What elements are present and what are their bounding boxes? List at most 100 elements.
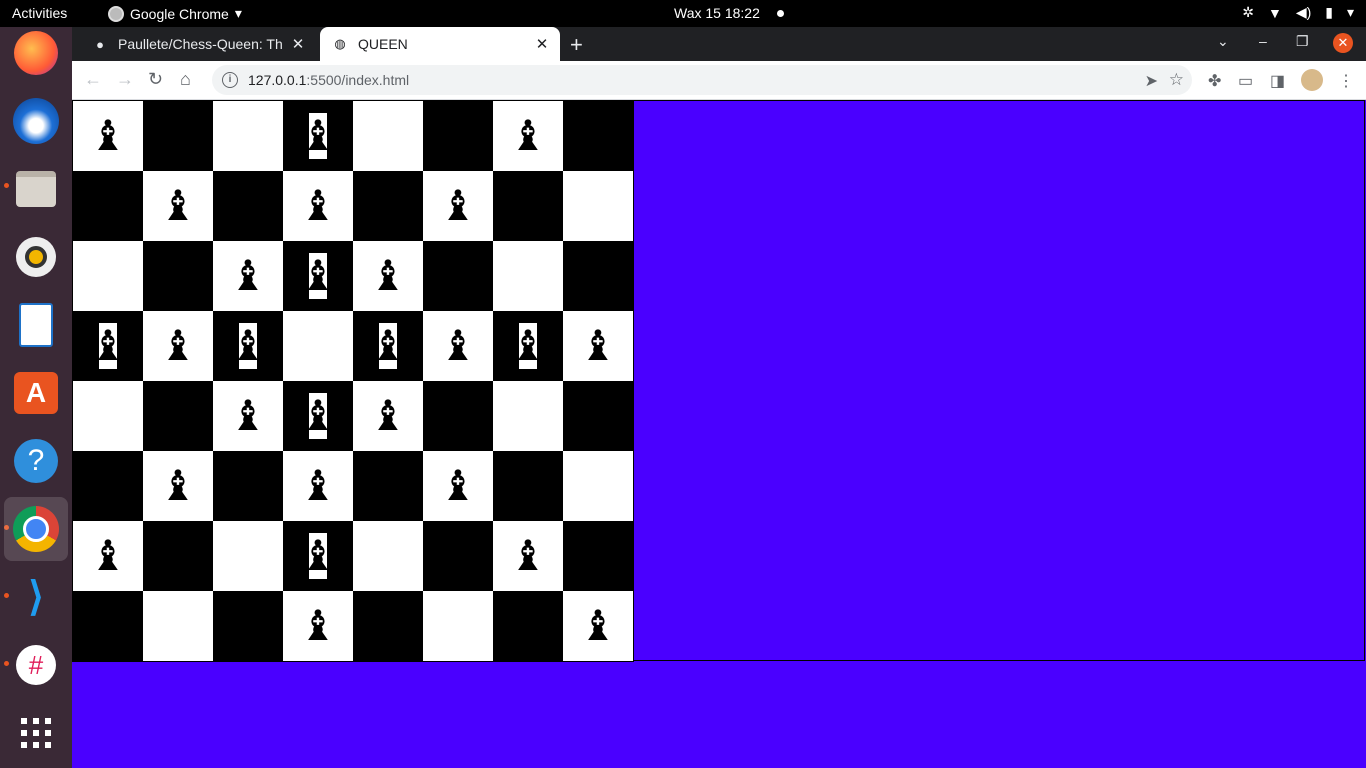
queen-piece-icon: ♝ bbox=[89, 532, 127, 579]
chrome-icon[interactable] bbox=[4, 497, 68, 561]
board-square bbox=[213, 591, 283, 661]
queen-piece-icon: ♝ bbox=[299, 602, 337, 649]
board-square bbox=[563, 241, 633, 311]
queen-piece-icon: ♝ bbox=[579, 322, 617, 369]
more-menu-icon[interactable]: ⋮ bbox=[1338, 71, 1354, 91]
chevron-down-icon: ▾ bbox=[234, 5, 242, 21]
system-top-bar: Activities Google Chrome ▾ Wax 15 18:22 … bbox=[0, 0, 1366, 27]
battery-icon[interactable]: ▮ bbox=[1325, 4, 1333, 21]
bookmark-star-icon[interactable]: ☆ bbox=[1169, 70, 1184, 90]
board-square: ♝ bbox=[283, 451, 353, 521]
send-icon[interactable]: ➤ bbox=[1145, 71, 1158, 91]
tab-title: QUEEN bbox=[358, 36, 408, 52]
board-square bbox=[73, 171, 143, 241]
browser-toolbar: ← → ↻ ⌂ i 127.0.0.1:5500/index.html ➤ ☆ … bbox=[72, 61, 1366, 100]
extensions-icon[interactable]: ✤ bbox=[1208, 71, 1221, 91]
board-square: ♝ bbox=[283, 171, 353, 241]
queen-piece-icon: ♝ bbox=[159, 322, 197, 369]
tab-search-icon[interactable]: ⌄ bbox=[1217, 33, 1229, 50]
board-square bbox=[493, 171, 563, 241]
board-square bbox=[493, 381, 563, 451]
help-icon[interactable]: ? bbox=[10, 435, 62, 487]
rhythmbox-icon[interactable] bbox=[10, 231, 62, 283]
address-bar[interactable]: i 127.0.0.1:5500/index.html ➤ ☆ bbox=[212, 65, 1192, 95]
globe-icon: ◍ bbox=[334, 36, 346, 51]
forward-arrow-icon[interactable]: → bbox=[116, 69, 134, 90]
power-menu-chevron-icon[interactable]: ▾ bbox=[1347, 4, 1354, 21]
dock: A ? ⟩ # bbox=[0, 27, 72, 768]
board-square bbox=[73, 591, 143, 661]
reload-icon[interactable]: ↻ bbox=[148, 69, 163, 90]
libreoffice-writer-icon[interactable] bbox=[10, 299, 62, 351]
queen-piece-icon: ♝ bbox=[229, 322, 267, 369]
board-square: ♝ bbox=[353, 311, 423, 381]
queen-piece-icon: ♝ bbox=[299, 182, 337, 229]
tab-queen[interactable]: ◍ QUEEN ✕ bbox=[320, 27, 560, 61]
back-arrow-icon[interactable]: ← bbox=[84, 69, 102, 90]
board-square: ♝ bbox=[353, 381, 423, 451]
board-square: ♝ bbox=[143, 171, 213, 241]
slack-icon[interactable]: # bbox=[10, 639, 62, 691]
board-square bbox=[423, 101, 493, 171]
side-panel-icon[interactable]: ◨ bbox=[1270, 71, 1285, 91]
board-square bbox=[353, 521, 423, 591]
queen-piece-icon: ♝ bbox=[509, 322, 547, 369]
queen-piece-icon: ♝ bbox=[439, 182, 477, 229]
url-host: 127.0.0.1 bbox=[248, 72, 307, 88]
restore-button[interactable]: ❐ bbox=[1296, 33, 1309, 50]
tab-github[interactable]: ● Paullete/Chess-Queen: Th ✕ bbox=[80, 27, 316, 61]
wifi-icon[interactable]: ▼ bbox=[1268, 5, 1282, 21]
minimize-button[interactable]: – bbox=[1259, 33, 1267, 49]
running-indicator bbox=[4, 183, 9, 188]
queen-piece-icon: ♝ bbox=[229, 392, 267, 439]
chrome-app-icon bbox=[108, 5, 124, 22]
board-square: ♝ bbox=[283, 381, 353, 451]
queen-piece-icon: ♝ bbox=[299, 462, 337, 509]
chess-board: ♝ ♝ ♝ ♝ ♝ ♝ ♝ ♝ ♝ ♝ ♝ ♝ ♝ ♝ ♝ ♝ ♝ ♝ ♝ ♝ ♝ ♝ ♝ ♝ ♝ ♝ ♝ bbox=[72, 100, 634, 662]
board-square bbox=[353, 101, 423, 171]
board-square: ♝ bbox=[143, 311, 213, 381]
queen-piece-icon: ♝ bbox=[439, 462, 477, 509]
board-square bbox=[213, 171, 283, 241]
window-close-button[interactable]: ✕ bbox=[1333, 33, 1353, 53]
close-icon[interactable]: ✕ bbox=[534, 35, 550, 53]
system-tray[interactable]: ✲ ▼ ◀) ▮ ▾ bbox=[1242, 4, 1354, 21]
board-square bbox=[423, 521, 493, 591]
home-icon[interactable]: ⌂ bbox=[180, 69, 191, 90]
firefox-icon[interactable] bbox=[10, 27, 62, 79]
slack-tray-icon[interactable]: ✲ bbox=[1242, 4, 1254, 21]
board-square: ♝ bbox=[563, 311, 633, 381]
profile-avatar[interactable] bbox=[1301, 69, 1323, 91]
app-grid-icon[interactable] bbox=[10, 707, 62, 759]
cast-icon[interactable]: ▭ bbox=[1238, 71, 1253, 91]
board-square: ♝ bbox=[563, 591, 633, 661]
queen-piece-icon: ♝ bbox=[159, 182, 197, 229]
vscode-icon[interactable]: ⟩ bbox=[10, 571, 62, 623]
app-menu[interactable]: Google Chrome ▾ bbox=[108, 5, 242, 22]
board-square bbox=[283, 311, 353, 381]
board-square bbox=[563, 381, 633, 451]
board-square: ♝ bbox=[423, 171, 493, 241]
board-square bbox=[353, 591, 423, 661]
site-info-icon[interactable]: i bbox=[222, 72, 238, 88]
volume-icon[interactable]: ◀) bbox=[1296, 4, 1311, 21]
thunderbird-icon[interactable] bbox=[10, 95, 62, 147]
files-icon[interactable] bbox=[10, 163, 62, 215]
board-square: ♝ bbox=[493, 521, 563, 591]
ubuntu-software-icon[interactable]: A bbox=[10, 367, 62, 419]
board-square: ♝ bbox=[73, 521, 143, 591]
board-square bbox=[353, 171, 423, 241]
activities-button[interactable]: Activities bbox=[12, 5, 67, 21]
board-square bbox=[353, 451, 423, 521]
queen-piece-icon: ♝ bbox=[579, 602, 617, 649]
queen-piece-icon: ♝ bbox=[369, 392, 407, 439]
board-square bbox=[143, 381, 213, 451]
board-outline bbox=[633, 100, 1365, 661]
close-icon[interactable]: ✕ bbox=[290, 35, 306, 53]
queen-piece-icon: ♝ bbox=[89, 112, 127, 159]
board-square: ♝ bbox=[283, 591, 353, 661]
new-tab-button[interactable]: + bbox=[570, 32, 583, 58]
board-square: ♝ bbox=[143, 451, 213, 521]
queen-piece-icon: ♝ bbox=[299, 392, 337, 439]
clock[interactable]: Wax 15 18:22 bbox=[674, 5, 760, 21]
